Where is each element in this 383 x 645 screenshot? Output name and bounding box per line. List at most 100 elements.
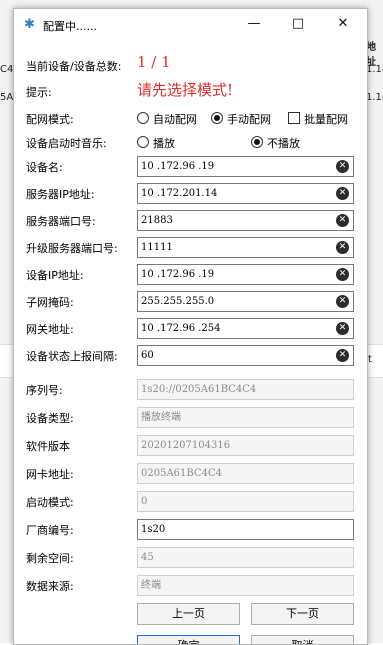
field-label: 厂商编号: <box>26 524 74 537</box>
field-label: 序列号: <box>26 384 63 397</box>
clear-icon[interactable]: ✕ <box>336 241 349 254</box>
field-value: 255.255.255.0 <box>141 296 215 307</box>
field-row-device-type: 设备类型: 播放终端 <box>14 405 367 431</box>
minimize-button[interactable]: — <box>234 9 274 39</box>
prev-page-button[interactable]: 上一页 <box>137 603 240 625</box>
field-row-vendor: 厂商编号: 1s20 <box>14 517 367 543</box>
field-row-upgrade-port: 升级服务器端口号: 11111 ✕ <box>14 235 367 261</box>
mode-manual-label: 手动配网 <box>227 113 271 126</box>
gear-icon: ✱ <box>24 17 35 32</box>
mode-batch-checkbox[interactable]: 批量配网 <box>288 111 348 127</box>
field-label: 软件版本 <box>26 440 70 453</box>
device-name-input[interactable]: 10 .172.96 .19 ✕ <box>137 156 354 177</box>
count-value: 1 / 1 <box>137 53 171 71</box>
server-port-input[interactable]: 21883 ✕ <box>137 210 354 231</box>
clear-icon[interactable]: ✕ <box>336 349 349 362</box>
field-row-device-ip: 设备IP地址: 10 .172.96 .19 ✕ <box>14 262 367 288</box>
field-row-gateway: 网关地址: 10 .172.96 .254 ✕ <box>14 316 367 342</box>
field-label: 设备名: <box>26 161 63 174</box>
field-value: 10 .172.96 .254 <box>141 323 221 334</box>
device-type-field: 播放终端 <box>137 407 354 428</box>
field-label: 服务器IP地址: <box>26 188 95 201</box>
music-play-radio[interactable]: 播放 <box>137 135 175 151</box>
free-space-field: 45 <box>137 547 354 568</box>
mode-auto-label: 自动配网 <box>153 113 197 126</box>
music-play-label: 播放 <box>153 137 175 150</box>
mode-batch-label: 批量配网 <box>304 113 348 126</box>
field-row-free-space: 剩余空间: 45 <box>14 545 367 571</box>
field-label: 剩余空间: <box>26 552 74 565</box>
field-value: 11111 <box>141 242 173 253</box>
radio-selected-icon <box>211 112 223 124</box>
count-label: 当前设备/设备总数: <box>26 60 122 73</box>
clear-icon[interactable]: ✕ <box>336 295 349 308</box>
ok-button[interactable]: 确定 <box>137 635 240 644</box>
serial-number-field: 1s20://0205A61BC4C4 <box>137 379 354 400</box>
clear-icon[interactable]: ✕ <box>336 160 349 173</box>
hint-label: 提示: <box>26 86 52 99</box>
field-label: 升级服务器端口号: <box>26 242 118 255</box>
clear-icon[interactable]: ✕ <box>336 187 349 200</box>
config-dialog: ✱ 配置中...... — □ ✕ 当前设备/设备总数: 1 / 1 提示: 请… <box>13 8 368 645</box>
upgrade-port-input[interactable]: 11111 ✕ <box>137 237 354 258</box>
field-label: 设备IP地址: <box>26 269 84 282</box>
next-page-button[interactable]: 下一页 <box>251 603 354 625</box>
bg-fragment: 1.14 <box>366 64 383 75</box>
field-row-software: 软件版本 20201207104316 <box>14 433 367 459</box>
field-row-subnet: 子网掩码: 255.255.255.0 ✕ <box>14 289 367 315</box>
software-version-field: 20201207104316 <box>137 435 354 456</box>
count-row: 当前设备/设备总数: 1 / 1 <box>14 53 367 79</box>
field-label: 服务器端口号: <box>26 215 96 228</box>
mode-row: 配网模式: 自动配网 手动配网 批量配网 <box>14 106 367 132</box>
data-source-field: 终端 <box>137 575 354 596</box>
music-row: 设备启动时音乐: 播放 不播放 <box>14 130 367 156</box>
music-noplay-radio[interactable]: 不播放 <box>251 135 300 151</box>
bg-fragment: t <box>368 354 372 365</box>
subnet-mask-input[interactable]: 255.255.255.0 ✕ <box>137 291 354 312</box>
device-ip-input[interactable]: 10 .172.96 .19 ✕ <box>137 264 354 285</box>
mac-address-field: 0205A61BC4C4 <box>137 463 354 484</box>
maximize-button[interactable]: □ <box>278 9 318 39</box>
server-ip-input[interactable]: 10 .172.201.14 ✕ <box>137 183 354 204</box>
field-label: 网关地址: <box>26 323 74 336</box>
mode-label: 配网模式: <box>26 113 74 126</box>
field-row-server-ip: 服务器IP地址: 10 .172.201.14 ✕ <box>14 181 367 207</box>
field-row-mac: 网卡地址: 0205A61BC4C4 <box>14 461 367 487</box>
window-title: 配置中...... <box>43 20 97 33</box>
field-row-boot-mode: 启动模式: 0 <box>14 489 367 515</box>
title-bar[interactable]: ✱ 配置中...... — □ ✕ <box>14 9 367 41</box>
field-value: 10 .172.201.14 <box>141 188 218 199</box>
field-row-serial: 序列号: 1s20://0205A61BC4C4 <box>14 377 367 403</box>
clear-icon[interactable]: ✕ <box>336 214 349 227</box>
clear-icon[interactable]: ✕ <box>336 322 349 335</box>
field-label: 数据来源: <box>26 580 74 593</box>
field-row-device-name: 设备名: 10 .172.96 .19 ✕ <box>14 154 367 180</box>
clear-icon[interactable]: ✕ <box>336 268 349 281</box>
field-value: 21883 <box>141 215 173 226</box>
field-label: 启动模式: <box>26 496 74 509</box>
radio-icon <box>137 136 149 148</box>
field-label: 网卡地址: <box>26 468 74 481</box>
hint-row: 提示: 请先选择模式! <box>14 79 367 105</box>
mode-auto-radio[interactable]: 自动配网 <box>137 111 197 127</box>
field-label: 设备状态上报间隔: <box>26 350 118 363</box>
hint-value: 请先选择模式! <box>137 81 234 99</box>
bg-fragment: 1.14 <box>366 92 383 103</box>
close-button[interactable]: ✕ <box>323 9 363 39</box>
music-noplay-label: 不播放 <box>267 137 300 150</box>
field-row-server-port: 服务器端口号: 21883 ✕ <box>14 208 367 234</box>
field-value: 10 .172.96 .19 <box>141 269 215 280</box>
field-row-data-source: 数据来源: 终端 <box>14 573 367 599</box>
checkbox-icon <box>288 112 300 124</box>
cancel-button[interactable]: 取消 <box>251 635 354 644</box>
field-label: 子网掩码: <box>26 296 74 309</box>
field-value: 10 .172.96 .19 <box>141 161 215 172</box>
boot-mode-field: 0 <box>137 491 354 512</box>
radio-icon <box>137 112 149 124</box>
bg-fragment: C4 <box>0 64 14 75</box>
vendor-id-input[interactable]: 1s20 <box>137 519 354 540</box>
gateway-input[interactable]: 10 .172.96 .254 ✕ <box>137 318 354 339</box>
mode-manual-radio[interactable]: 手动配网 <box>211 111 271 127</box>
bg-fragment: 5A <box>0 92 14 103</box>
report-interval-input[interactable]: 60 ✕ <box>137 345 354 366</box>
